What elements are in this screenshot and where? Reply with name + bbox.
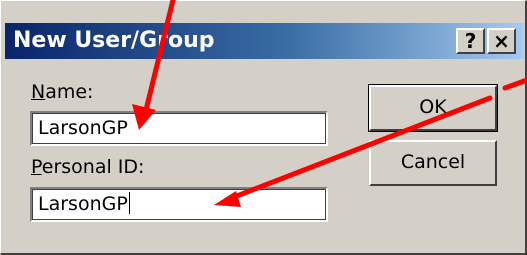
personal-id-label-mnemonic: P — [31, 156, 42, 178]
window-title: New User/Group — [13, 28, 215, 53]
name-label: Name: — [31, 81, 93, 103]
personal-id-value: LarsonGP — [38, 193, 128, 215]
close-button[interactable]: × — [487, 28, 516, 54]
personal-id-input[interactable]: LarsonGP — [30, 187, 328, 222]
name-label-mnemonic: N — [31, 81, 46, 103]
title-bar[interactable]: New User/Group ? × — [5, 23, 524, 59]
text-caret — [128, 192, 130, 214]
name-input[interactable]: LarsonGP — [30, 111, 328, 146]
personal-id-label-text: ersonal ID: — [41, 156, 145, 178]
new-user-group-dialog: New User/Group ? × Name: LarsonGP Person… — [0, 0, 527, 255]
cancel-button[interactable]: Cancel — [369, 140, 497, 186]
personal-id-label: Personal ID: — [31, 156, 144, 178]
help-button[interactable]: ? — [456, 28, 485, 54]
name-label-text: ame: — [45, 81, 94, 103]
ok-button[interactable]: OK — [368, 84, 498, 132]
